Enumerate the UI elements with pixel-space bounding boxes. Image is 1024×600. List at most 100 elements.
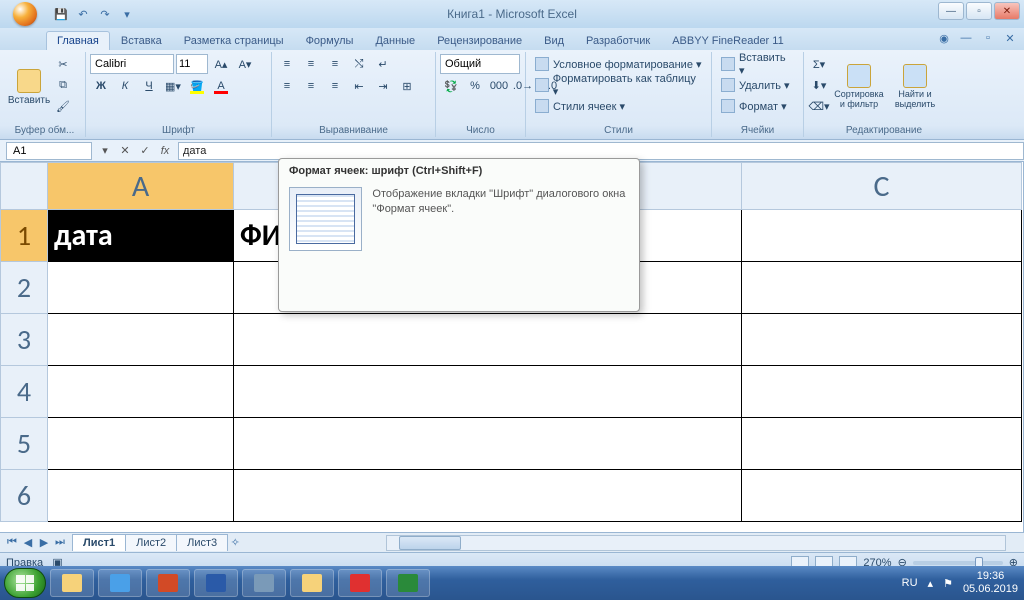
start-button[interactable]: [4, 568, 46, 598]
fx-icon[interactable]: fx: [156, 142, 174, 160]
row-header[interactable]: 1: [0, 210, 48, 262]
zoom-slider[interactable]: [913, 561, 1003, 565]
increase-indent-icon[interactable]: ⇥: [372, 76, 394, 96]
cell[interactable]: [742, 366, 1022, 418]
taskbar-app-folder[interactable]: [50, 569, 94, 597]
ribbon-tab-8[interactable]: ABBYY FineReader 11: [661, 31, 795, 50]
cell[interactable]: [742, 314, 1022, 366]
taskbar-app-explorer[interactable]: [290, 569, 334, 597]
ribbon-tab-2[interactable]: Разметка страницы: [173, 31, 295, 50]
new-sheet-icon[interactable]: ✧: [227, 535, 243, 551]
format-as-table-button[interactable]: Форматировать как таблицу ▾: [530, 75, 707, 95]
border-button[interactable]: ▦▾: [162, 76, 184, 96]
cell[interactable]: [48, 262, 234, 314]
align-right-icon[interactable]: ≡: [324, 76, 346, 96]
column-header[interactable]: A: [48, 162, 234, 210]
sheet-nav-prev-icon[interactable]: ◀: [20, 535, 36, 551]
close-button[interactable]: ✕: [994, 2, 1020, 20]
cell[interactable]: [742, 210, 1022, 262]
paste-button[interactable]: Вставить: [8, 54, 50, 120]
sheet-nav-last-icon[interactable]: ⏭: [52, 535, 68, 551]
ribbon-tab-1[interactable]: Вставка: [110, 31, 173, 50]
align-left-icon[interactable]: ≡: [276, 76, 298, 96]
ribbon-tab-4[interactable]: Данные: [364, 31, 426, 50]
language-indicator[interactable]: RU: [902, 577, 918, 589]
row-header[interactable]: 6: [0, 470, 48, 522]
undo-icon[interactable]: ↶: [74, 5, 92, 23]
currency-icon[interactable]: 💱: [440, 76, 462, 96]
tray-flag-icon[interactable]: ⚑: [943, 577, 953, 590]
ribbon-tab-0[interactable]: Главная: [46, 31, 110, 50]
cell[interactable]: [742, 418, 1022, 470]
taskbar-app-word[interactable]: [194, 569, 238, 597]
sheet-nav-first-icon[interactable]: ⏮: [4, 535, 20, 551]
tray-up-icon[interactable]: ▴: [928, 577, 934, 590]
increase-font-icon[interactable]: A▴: [210, 54, 232, 74]
cell[interactable]: [234, 314, 742, 366]
ribbon-minimize-icon[interactable]: —: [958, 30, 974, 46]
doc-close-icon[interactable]: ✕: [1002, 30, 1018, 46]
row-header[interactable]: 5: [0, 418, 48, 470]
taskbar-app-powerpoint[interactable]: [146, 569, 190, 597]
number-format-select[interactable]: [440, 54, 520, 74]
wrap-text-icon[interactable]: ↵: [372, 54, 394, 74]
sheet-tab[interactable]: Лист3: [176, 534, 228, 551]
sheet-tab[interactable]: Лист1: [72, 534, 126, 551]
taskbar-app-ie[interactable]: [98, 569, 142, 597]
maximize-button[interactable]: ▫: [966, 2, 992, 20]
percent-icon[interactable]: %: [464, 76, 486, 96]
underline-button[interactable]: Ч: [138, 76, 160, 96]
taskbar-app-excel[interactable]: [386, 569, 430, 597]
format-painter-icon[interactable]: 🖌: [52, 96, 74, 116]
fill-color-button[interactable]: 🪣: [186, 76, 208, 96]
decrease-indent-icon[interactable]: ⇤: [348, 76, 370, 96]
cell[interactable]: [234, 418, 742, 470]
bold-button[interactable]: Ж: [90, 76, 112, 96]
row-header[interactable]: 2: [0, 262, 48, 314]
column-header[interactable]: C: [742, 162, 1022, 210]
align-top-icon[interactable]: ≡: [276, 54, 298, 74]
sheet-nav-next-icon[interactable]: ▶: [36, 535, 52, 551]
align-bottom-icon[interactable]: ≡: [324, 54, 346, 74]
sort-filter-button[interactable]: Сортировка и фильтр: [832, 54, 886, 120]
conditional-formatting-button[interactable]: Условное форматирование ▾: [530, 54, 707, 74]
ribbon-tab-5[interactable]: Рецензирование: [426, 31, 533, 50]
taskbar-app-opera[interactable]: [338, 569, 382, 597]
align-middle-icon[interactable]: ≡: [300, 54, 322, 74]
copy-icon[interactable]: ⧉: [52, 75, 74, 95]
cell[interactable]: [742, 470, 1022, 522]
cell[interactable]: [48, 314, 234, 366]
name-box[interactable]: A1: [6, 142, 92, 160]
cell[interactable]: [48, 470, 234, 522]
font-size-select[interactable]: [176, 54, 208, 74]
cancel-edit-icon[interactable]: ✕: [116, 142, 134, 160]
cell[interactable]: [234, 470, 742, 522]
cell[interactable]: [48, 418, 234, 470]
confirm-edit-icon[interactable]: ✓: [136, 142, 154, 160]
minimize-button[interactable]: —: [938, 2, 964, 20]
delete-cells-button[interactable]: Удалить ▾: [716, 75, 799, 95]
cell[interactable]: дата: [48, 210, 234, 262]
italic-button[interactable]: К: [114, 76, 136, 96]
clear-icon[interactable]: ⌫▾: [808, 96, 830, 116]
autosum-icon[interactable]: Σ▾: [808, 54, 830, 74]
qat-dropdown-icon[interactable]: ▾: [118, 5, 136, 23]
font-color-button[interactable]: A: [210, 76, 232, 96]
help-icon[interactable]: ◉: [936, 30, 952, 46]
fill-icon[interactable]: ⬇▾: [808, 75, 830, 95]
ribbon-tab-7[interactable]: Разработчик: [575, 31, 661, 50]
row-header[interactable]: 3: [0, 314, 48, 366]
fbar-dropdown-icon[interactable]: ▾: [96, 142, 114, 160]
comma-icon[interactable]: 000: [488, 76, 510, 96]
row-header[interactable]: 4: [0, 366, 48, 418]
cell[interactable]: [48, 366, 234, 418]
cell[interactable]: [234, 366, 742, 418]
select-all-corner[interactable]: [0, 162, 48, 210]
ribbon-restore-icon[interactable]: ▫: [980, 30, 996, 46]
orientation-icon[interactable]: ⤭: [348, 54, 370, 74]
office-button[interactable]: [6, 0, 44, 28]
save-icon[interactable]: 💾: [52, 5, 70, 23]
ribbon-tab-3[interactable]: Формулы: [295, 31, 365, 50]
taskbar-app-calc[interactable]: [242, 569, 286, 597]
redo-icon[interactable]: ↷: [96, 5, 114, 23]
